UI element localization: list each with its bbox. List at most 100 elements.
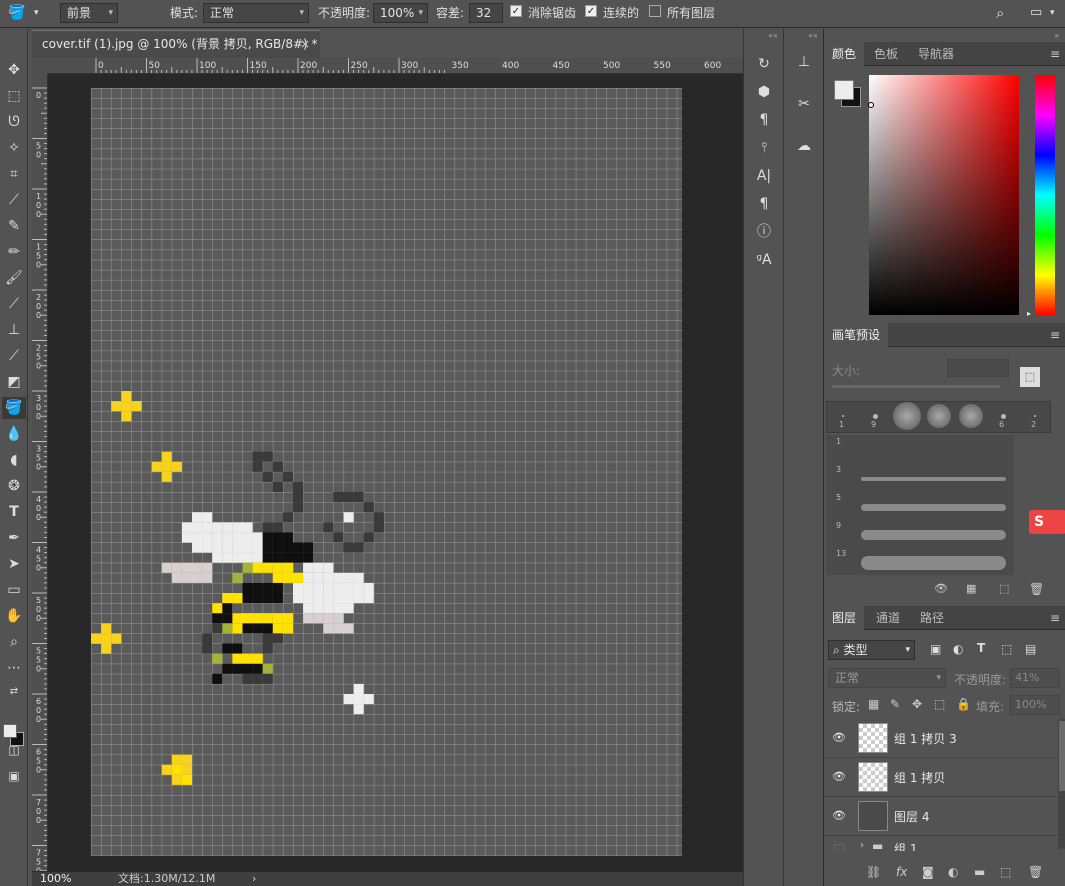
layer-filter-dropdown[interactable]: ⌕ 类型 ▾: [828, 640, 915, 660]
marquee-tool-icon[interactable]: ⬚: [2, 85, 26, 107]
brush-tip[interactable]: [1034, 415, 1036, 417]
tab-layers[interactable]: 图层: [824, 606, 865, 630]
adjustment-layer-icon[interactable]: ◐: [948, 865, 958, 879]
tolerance-input[interactable]: 32: [469, 3, 503, 23]
trash-icon[interactable]: 🗑: [1029, 582, 1044, 596]
screen-mode-icon[interactable]: ▣: [2, 765, 26, 787]
sponge-tool-icon[interactable]: ❂: [2, 475, 26, 497]
search-icon[interactable]: ⌕: [996, 0, 1004, 26]
blend-mode-dropdown[interactable]: 正常 ▾: [828, 668, 946, 688]
filter-type-icon[interactable]: T: [977, 641, 985, 655]
filter-pixel-icon[interactable]: ▣: [930, 642, 941, 656]
blur-tool-icon[interactable]: 💧: [2, 423, 26, 445]
tab-color[interactable]: 颜色: [824, 42, 865, 66]
rectangle-tool-icon[interactable]: ▭: [2, 579, 26, 601]
ruler-corner[interactable]: [32, 58, 48, 74]
pen-tool-icon[interactable]: ✒: [2, 527, 26, 549]
hue-slider[interactable]: [1035, 75, 1055, 315]
brush-tips-strip[interactable]: 1962: [826, 401, 1051, 433]
history-icon[interactable]: ↻: [752, 53, 776, 75]
filter-smart-object-icon[interactable]: ▤: [1025, 642, 1036, 656]
more-tools-icon[interactable]: ⋯: [2, 657, 26, 679]
color-field[interactable]: [869, 75, 1019, 315]
chevron-right-icon[interactable]: ›: [860, 840, 864, 851]
crop-tool-icon[interactable]: ⌗: [2, 163, 26, 185]
visibility-toggle-empty[interactable]: [834, 844, 844, 851]
3d-icon[interactable]: ⬢: [752, 81, 776, 103]
hue-slider-handle[interactable]: ▸: [1027, 309, 1031, 318]
type-tool-icon[interactable]: T: [2, 501, 26, 523]
brush-tip[interactable]: [842, 415, 844, 417]
clone-source-icon[interactable]: ⊥: [792, 51, 816, 73]
document-info[interactable]: 文档:1.30M/12.1M: [118, 872, 215, 886]
ime-badge-icon[interactable]: S: [1029, 510, 1065, 534]
tab-brush-presets[interactable]: 画笔预设: [824, 323, 889, 347]
paint-bucket-tool-icon[interactable]: 🪣: [2, 397, 26, 419]
brush-stroke-list[interactable]: 1 3 5 9 13: [826, 435, 1014, 575]
brush-grid-icon[interactable]: ▦: [966, 582, 976, 595]
layer-row[interactable]: 👁 组 1 拷贝: [824, 758, 1058, 797]
collapse-icon[interactable]: ««: [768, 31, 778, 40]
brush-size-slider[interactable]: [832, 385, 1000, 388]
opacity-input[interactable]: 100% ▾: [373, 3, 428, 23]
layer-mask-icon[interactable]: ◙: [922, 865, 934, 879]
ruler-top[interactable]: 0 50 100 150 200 250 300 350 400 450 500 550 600: [48, 58, 743, 74]
chevron-down-icon[interactable]: ▾: [1050, 0, 1055, 26]
chevron-right-icon[interactable]: ›: [252, 872, 256, 886]
brush-tip[interactable]: [893, 402, 921, 430]
brush-size-input[interactable]: [947, 359, 1009, 377]
collapse-icon[interactable]: »: [1054, 31, 1059, 40]
panel-menu-icon[interactable]: ≡: [1050, 612, 1060, 624]
brush-new-preset-icon[interactable]: ⬚: [1020, 367, 1040, 387]
dodge-tool-icon[interactable]: ◖: [2, 449, 26, 471]
paragraph-icon[interactable]: ¶: [752, 193, 776, 215]
paint-bucket-icon[interactable]: 🪣: [8, 0, 25, 26]
brush-stroke-preview[interactable]: [861, 503, 1006, 511]
eyedropper-tool-icon[interactable]: ⟋: [2, 189, 26, 211]
ruler-left[interactable]: 0501001502002503003504004505005506006507…: [32, 74, 48, 871]
layer-style-icon[interactable]: fx: [896, 865, 907, 879]
healing-brush-tool-icon[interactable]: ✎: [2, 215, 26, 237]
lock-transparency-icon[interactable]: ▦: [868, 697, 879, 711]
tab-paths[interactable]: 路径: [912, 606, 952, 630]
panel-menu-icon[interactable]: ≡: [1050, 329, 1060, 341]
brush-tool-icon[interactable]: 🖌: [2, 267, 26, 289]
tool-presets-icon[interactable]: ✂: [792, 93, 816, 115]
paragraph-style-icon[interactable]: ¶: [752, 109, 776, 131]
info-icon[interactable]: ⓘ: [752, 221, 776, 243]
tab-navigator[interactable]: 导航器: [910, 42, 962, 66]
brush-tool-icon[interactable]: ⟋: [2, 293, 26, 315]
contiguous-checkbox[interactable]: ✓: [585, 5, 597, 17]
layer-name[interactable]: 组 1 拷贝 3: [894, 730, 957, 747]
brush-tip[interactable]: [959, 404, 983, 428]
glyphs-icon[interactable]: ᵍA: [752, 249, 776, 271]
eraser-tool-icon[interactable]: ◩: [2, 371, 26, 393]
visibility-eye-icon[interactable]: 👁: [832, 809, 846, 822]
panel-menu-icon[interactable]: ≡: [1050, 48, 1060, 60]
layer-row[interactable]: 👁 图层 4: [824, 797, 1058, 836]
layer-name[interactable]: 组 1: [894, 840, 917, 851]
collapse-icon[interactable]: ««: [808, 31, 818, 40]
fill-input[interactable]: 100%: [1010, 695, 1060, 715]
clone-stamp-tool-icon[interactable]: ⊥: [2, 319, 26, 341]
brush-tip[interactable]: [872, 413, 878, 419]
lasso-tool-icon[interactable]: ᘎ: [2, 111, 26, 133]
brush-tip[interactable]: [1000, 413, 1006, 419]
path-selection-tool-icon[interactable]: ➤: [2, 553, 26, 575]
tab-swatches[interactable]: 色板: [866, 42, 906, 66]
color-picker-handle[interactable]: [868, 102, 874, 108]
foreground-color-swatch[interactable]: [3, 724, 17, 738]
lock-artboard-icon[interactable]: ⬚: [934, 697, 945, 711]
brush-settings-icon[interactable]: ⫯: [752, 137, 776, 159]
character-icon[interactable]: A|: [752, 165, 776, 187]
brush-stroke-preview[interactable]: [861, 530, 1006, 540]
hand-tool-icon[interactable]: ✋: [2, 605, 26, 627]
libraries-icon[interactable]: ☁: [792, 135, 816, 157]
magic-wand-tool-icon[interactable]: ✧: [2, 137, 26, 159]
image-canvas[interactable]: [91, 88, 682, 856]
link-layers-icon[interactable]: ⛓: [866, 865, 881, 879]
swap-colors-icon[interactable]: ⇄: [2, 681, 26, 703]
layer-opacity-input[interactable]: 41%: [1010, 668, 1060, 688]
new-group-icon[interactable]: ▬: [974, 865, 985, 879]
brush-stroke-preview[interactable]: [861, 556, 1006, 570]
